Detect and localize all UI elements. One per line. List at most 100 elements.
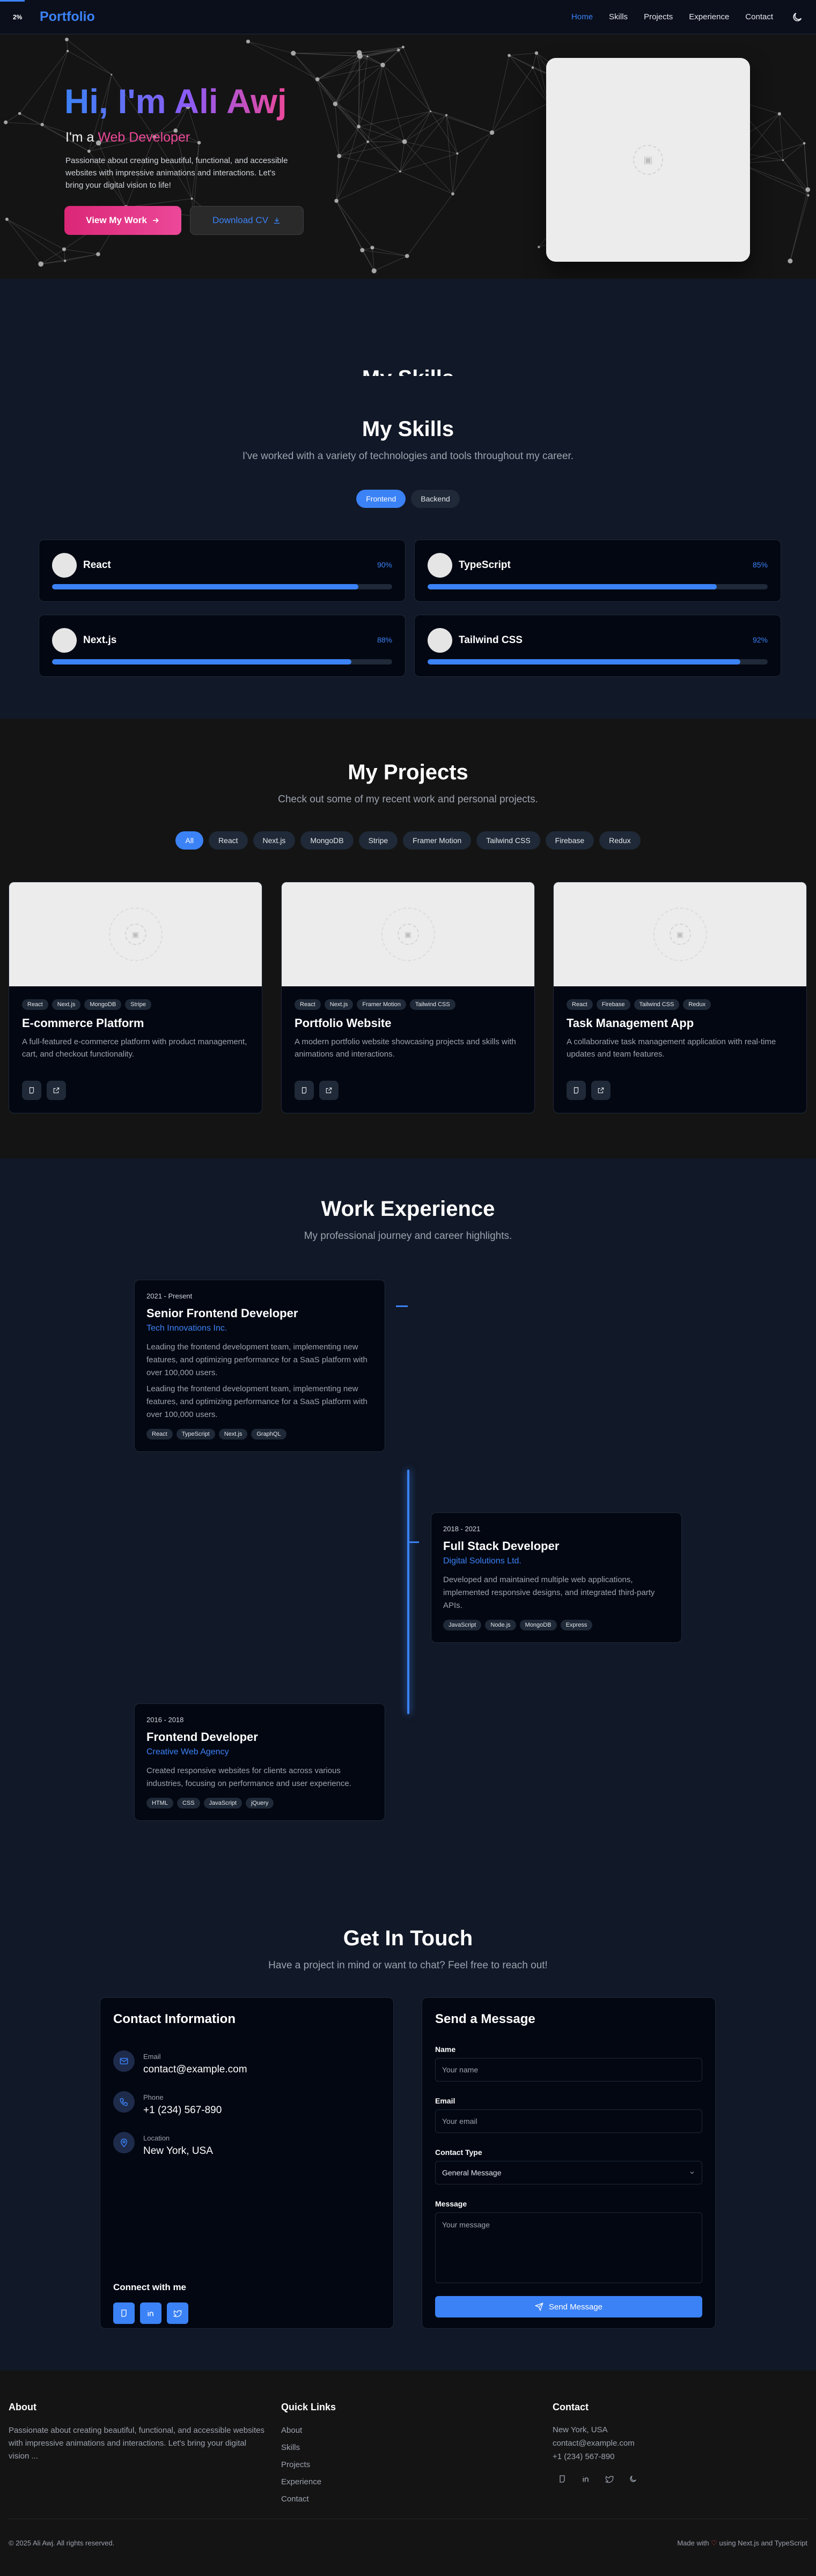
network-link [336, 201, 363, 250]
project-card[interactable]: ▣ React Firebase Tailwind CSS Redux Task… [553, 882, 807, 1113]
contact-type-select[interactable]: General Message [435, 2161, 702, 2184]
message-textarea[interactable]: Your message [435, 2212, 702, 2283]
send-message-button[interactable]: Send Message [435, 2296, 702, 2317]
footer-link-about[interactable]: About [281, 2422, 321, 2439]
github-icon[interactable] [22, 1081, 41, 1100]
tab-frontend[interactable]: Frontend [356, 490, 406, 508]
filter-stripe[interactable]: Stripe [358, 831, 398, 850]
filter-tailwind-css[interactable]: Tailwind CSS [476, 831, 540, 850]
footer-link-contact[interactable]: Contact [281, 2491, 321, 2508]
footer-social-icons [558, 2475, 637, 2483]
skill-progress-fill [52, 584, 358, 589]
experience-company: Digital Solutions Ltd. [443, 1556, 521, 1566]
experience-tag: JavaScript [443, 1620, 482, 1630]
footer-link-projects[interactable]: Projects [281, 2456, 321, 2474]
network-link [491, 55, 510, 133]
footer-link-skills[interactable]: Skills [281, 2439, 321, 2456]
map-pin-icon [113, 2132, 135, 2153]
footer-contact-location: New York, USA [553, 2425, 608, 2434]
footer-link-experience[interactable]: Experience [281, 2474, 321, 2491]
tab-backend[interactable]: Backend [411, 490, 460, 508]
network-node [371, 268, 377, 274]
network-link [248, 41, 293, 54]
filter-redux[interactable]: Redux [599, 831, 641, 850]
network-node [111, 73, 113, 76]
filter-nextjs[interactable]: Next.js [253, 831, 296, 850]
site-footer: About Passionate about creating beautifu… [0, 2371, 816, 2576]
network-link [790, 189, 808, 261]
contact-info-panel: Contact Information Email contact@example… [100, 1997, 394, 2329]
external-link-icon[interactable] [319, 1081, 339, 1100]
experience-subtitle: My professional journey and career highl… [304, 1230, 512, 1242]
image-placeholder-icon: ▣ [653, 907, 707, 961]
nav-link-experience[interactable]: Experience [689, 12, 729, 21]
github-icon[interactable] [558, 2475, 567, 2483]
footer-contact-email[interactable]: contact@example.com [553, 2437, 635, 2450]
download-cv-button[interactable]: Download CV [190, 206, 304, 235]
theme-moon-icon[interactable] [629, 2475, 637, 2483]
skill-name: Tailwind CSS [459, 634, 523, 646]
nav-link-skills[interactable]: Skills [609, 12, 628, 21]
image-placeholder-icon: ▣ [108, 907, 163, 961]
project-card[interactable]: ▣ React Next.js Framer Motion Tailwind C… [281, 882, 535, 1113]
theme-toggle-moon-icon[interactable] [791, 11, 803, 23]
filter-firebase[interactable]: Firebase [545, 831, 594, 850]
linkedin-icon[interactable] [140, 2302, 161, 2324]
name-input[interactable]: Your name [435, 2058, 702, 2082]
project-name: Portfolio Website [295, 1016, 392, 1030]
contact-info-label: Location [143, 2134, 170, 2142]
experience-tag: Express [560, 1620, 593, 1630]
experience-tag: JavaScript [203, 1798, 242, 1809]
network-node [65, 38, 69, 41]
network-node [396, 48, 400, 51]
filter-all[interactable]: All [175, 831, 203, 850]
filter-react[interactable]: React [208, 831, 248, 850]
brand-logo[interactable]: Portfolio [40, 9, 95, 25]
project-name: Task Management App [567, 1016, 694, 1030]
experience-role: Senior Frontend Developer [146, 1307, 298, 1320]
linkedin-icon[interactable] [582, 2475, 590, 2483]
experience-tag: GraphQL [251, 1429, 286, 1440]
projects-title: My Projects [348, 761, 468, 784]
experience-description: Leading the frontend development team, i… [146, 1384, 367, 1419]
project-tag: React [567, 999, 593, 1010]
email-input[interactable]: Your email [435, 2109, 702, 2133]
send-icon [534, 2302, 543, 2311]
twitter-icon[interactable] [605, 2475, 614, 2483]
network-link [372, 247, 374, 271]
external-link-icon[interactable] [591, 1081, 611, 1100]
github-icon[interactable] [567, 1081, 586, 1100]
nav-link-home[interactable]: Home [571, 12, 593, 21]
github-icon[interactable] [113, 2302, 135, 2324]
name-label: Name [435, 2045, 456, 2054]
nav-link-projects[interactable]: Projects [644, 12, 673, 21]
skill-card: TypeScript 85% [414, 540, 781, 602]
filter-framer-motion[interactable]: Framer Motion [403, 831, 472, 850]
footer-about-title: About [9, 2402, 36, 2412]
network-link [790, 195, 809, 261]
project-card[interactable]: ▣ React Next.js MongoDB Stripe E-commerc… [9, 882, 262, 1113]
skill-progress-fill [52, 659, 351, 665]
network-node [456, 152, 459, 155]
experience-tag: Node.js [485, 1620, 516, 1630]
network-link [779, 113, 805, 144]
network-link [317, 79, 340, 157]
nav-link-contact[interactable]: Contact [745, 12, 773, 21]
network-link [779, 114, 783, 160]
twitter-icon[interactable] [167, 2302, 188, 2324]
github-icon[interactable] [295, 1081, 314, 1100]
hero-description: Passionate about creating beautiful, fun… [65, 156, 288, 190]
hero-title: Hi, I'm Ali Awj [64, 82, 287, 121]
chevron-down-icon [689, 2169, 695, 2176]
filter-mongodb[interactable]: MongoDB [300, 831, 354, 850]
network-link [457, 132, 492, 154]
view-my-work-button[interactable]: View My Work [64, 206, 181, 235]
project-image-placeholder: ▣ [554, 882, 806, 986]
network-link [67, 50, 112, 75]
scroll-percent: 2% [13, 13, 23, 21]
network-link [336, 201, 373, 248]
network-node [337, 153, 342, 158]
project-filters: All React Next.js MongoDB Stripe Framer … [0, 831, 816, 850]
network-node [788, 259, 793, 264]
external-link-icon[interactable] [47, 1081, 66, 1100]
